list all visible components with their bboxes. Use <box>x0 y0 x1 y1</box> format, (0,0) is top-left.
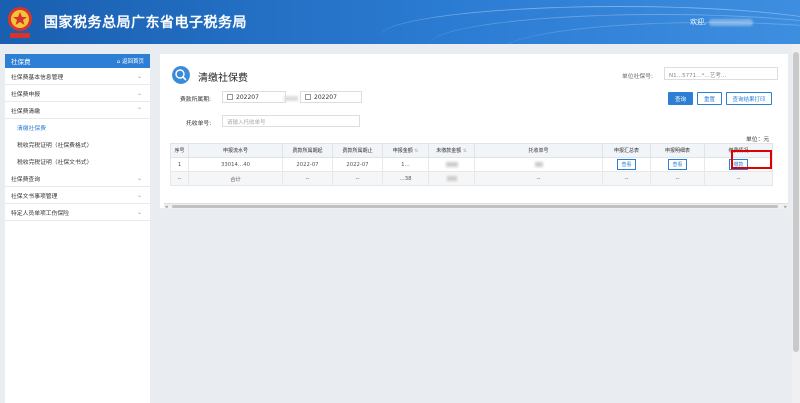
table-header-row: 序号 申报流水号 费款所属期起 费款所属期止 申报金额 ⇅ 未缴款金额 ⇅ 托收… <box>170 143 773 158</box>
cell-period-end: 2022-07 <box>332 157 383 172</box>
calendar-icon <box>227 94 233 100</box>
cell-serial: 33014…40 <box>188 157 283 172</box>
query-button[interactable]: 查询 <box>668 92 693 105</box>
cell-period-start: -- <box>282 171 333 186</box>
period-end-input[interactable]: 202207 <box>300 91 362 103</box>
cell-unpaid <box>428 157 475 172</box>
main-panel: 清缴社保费 单位社保号: N1…5771…*…艺考… 费款所属期: 202207… <box>160 54 788 208</box>
cell-period-start: 2022-07 <box>282 157 333 172</box>
unit-code-select[interactable]: N1…5771…*…艺考… <box>664 67 778 80</box>
collect-number-label: 托收单号: <box>186 121 212 127</box>
sidebar-subitem-tax-certificate-fee-format[interactable]: 税收完税证明（社保费格式） <box>5 136 150 153</box>
sidebar-item-label: 社保费申报 <box>11 91 40 98</box>
chevron-up-icon: ⌃ <box>136 106 142 114</box>
site-title: 国家税务总局广东省电子税务局 <box>44 15 247 31</box>
unit-code-label: 单位社保号: <box>622 74 653 80</box>
chevron-down-icon: ⌄ <box>136 174 142 182</box>
sidebar-item-query[interactable]: 社保费查询 ⌄ <box>5 170 150 187</box>
welcome-user[interactable]: 欢迎, <box>690 17 754 27</box>
view-summary-button[interactable]: 查看 <box>617 159 636 170</box>
blurred-value <box>534 161 543 167</box>
table-total-row: -- 合计 -- -- …38 -- -- -- -- <box>170 171 773 186</box>
cell-unpaid <box>428 171 475 186</box>
sidebar-item-basic-info[interactable]: 社保费基本信息管理 ⌄ <box>5 68 150 85</box>
username-blurred <box>709 18 754 26</box>
cell-collect-number <box>474 157 603 172</box>
sidebar-title: 社保费 <box>11 58 31 66</box>
sidebar-subitem-clear-fees[interactable]: 清缴社保费 <box>5 119 150 136</box>
chevron-down-icon: ⌄ <box>136 72 142 80</box>
cell-index: 1 <box>170 157 189 172</box>
top-header: 国家税务总局广东省电子税务局 欢迎, <box>0 0 800 44</box>
cell-detail: -- <box>650 171 705 186</box>
currency-unit-note: 单位：元 <box>746 137 770 143</box>
scroll-right-icon[interactable]: ▸ <box>784 204 787 210</box>
period-end-value: 202207 <box>314 93 337 101</box>
collect-number-input[interactable]: 请输入托收单号 <box>222 115 360 127</box>
cell-amount: 1… <box>382 157 429 172</box>
sidebar-item-declaration[interactable]: 社保费申报 ⌄ <box>5 85 150 102</box>
column-header: 申报汇总表 <box>602 143 651 158</box>
cell-amount: …38 <box>382 171 429 186</box>
cell-summary: -- <box>602 171 651 186</box>
column-header: 托收单号 <box>474 143 603 158</box>
sidebar-item-clearance[interactable]: 社保费清缴 ⌃ <box>5 102 150 119</box>
page-title: 清缴社保费 <box>198 73 248 84</box>
column-header: 申报明细表 <box>650 143 705 158</box>
chevron-down-icon: ⌄ <box>136 191 142 199</box>
column-header-label: 未缴款金额 <box>436 148 462 154</box>
chevron-down-icon: ⌄ <box>136 208 142 216</box>
cell-index: -- <box>170 171 189 186</box>
horizontal-scrollbar[interactable]: ◂ ▸ <box>164 203 788 210</box>
column-header: 费款所属期止 <box>332 143 383 158</box>
sidebar-item-label: 社保费基本信息管理 <box>11 74 64 81</box>
cell-total-label: 合计 <box>188 171 283 186</box>
cell-summary: 查看 <box>602 157 651 172</box>
column-header-sortable[interactable]: 未缴款金额 ⇅ <box>428 143 475 158</box>
sidebar-item-work-injury[interactable]: 特定人员单项工伤保险 ⌄ <box>5 204 150 221</box>
cell-pay: -- <box>704 171 773 186</box>
cell-detail: 查看 <box>650 157 705 172</box>
scroll-left-icon[interactable]: ◂ <box>165 204 168 210</box>
period-start-input[interactable]: 202207 <box>222 91 286 103</box>
period-label: 费款所属期: <box>180 97 211 103</box>
sidebar-header: 社保费 ⌂ 返回首页 <box>5 54 150 68</box>
sidebar-item-label: 社保文书事项管理 <box>11 193 58 200</box>
sidebar-item-label: 社保费查询 <box>11 176 40 183</box>
blurred-value <box>445 161 458 167</box>
column-header-label: 申报金额 <box>392 148 413 154</box>
calendar-icon <box>305 94 311 100</box>
view-detail-button[interactable]: 查看 <box>668 159 687 170</box>
declaration-table: 序号 申报流水号 费款所属期起 费款所属期止 申报金额 ⇅ 未缴款金额 ⇅ 托收… <box>170 143 773 186</box>
range-separator <box>284 96 298 101</box>
sort-icon: ⇅ <box>414 149 419 154</box>
welcome-text: 欢迎, <box>690 18 707 26</box>
reset-button[interactable]: 重置 <box>697 92 722 105</box>
sidebar-subitem-tax-certificate-doc-format[interactable]: 税收完税证明（社保文书式） <box>5 153 150 170</box>
sort-icon: ⇅ <box>462 149 467 154</box>
scrollbar-thumb[interactable] <box>793 52 799 352</box>
search-money-icon <box>172 66 190 84</box>
sidebar-item-document-management[interactable]: 社保文书事项管理 ⌄ <box>5 187 150 204</box>
cell-collect-number: -- <box>474 171 603 186</box>
scrollbar-thumb[interactable] <box>172 205 778 208</box>
sidebar: 社保费 ⌂ 返回首页 社保费基本信息管理 ⌄ 社保费申报 ⌄ 社保费清缴 ⌃ 清… <box>5 54 150 403</box>
print-results-button[interactable]: 查询结果打印 <box>726 92 772 105</box>
vertical-scrollbar[interactable] <box>792 44 800 403</box>
sidebar-item-label: 特定人员单项工伤保险 <box>11 210 69 217</box>
sidebar-item-label: 社保费清缴 <box>11 108 40 115</box>
chevron-down-icon: ⌄ <box>136 89 142 97</box>
table-row: 1 33014…40 2022-07 2022-07 1… 查看 查看 缴款 <box>170 157 773 172</box>
pay-button-highlight-box <box>731 150 772 169</box>
column-header: 申报流水号 <box>188 143 283 158</box>
return-home-link[interactable]: ⌂ 返回首页 <box>117 57 144 65</box>
column-header-sortable[interactable]: 申报金额 ⇅ <box>382 143 429 158</box>
blurred-value <box>446 175 457 181</box>
cell-period-end: -- <box>332 171 383 186</box>
column-header: 费款所属期起 <box>282 143 333 158</box>
period-start-value: 202207 <box>236 93 259 101</box>
tax-bureau-emblem-icon <box>8 7 32 38</box>
column-header: 序号 <box>170 143 189 158</box>
